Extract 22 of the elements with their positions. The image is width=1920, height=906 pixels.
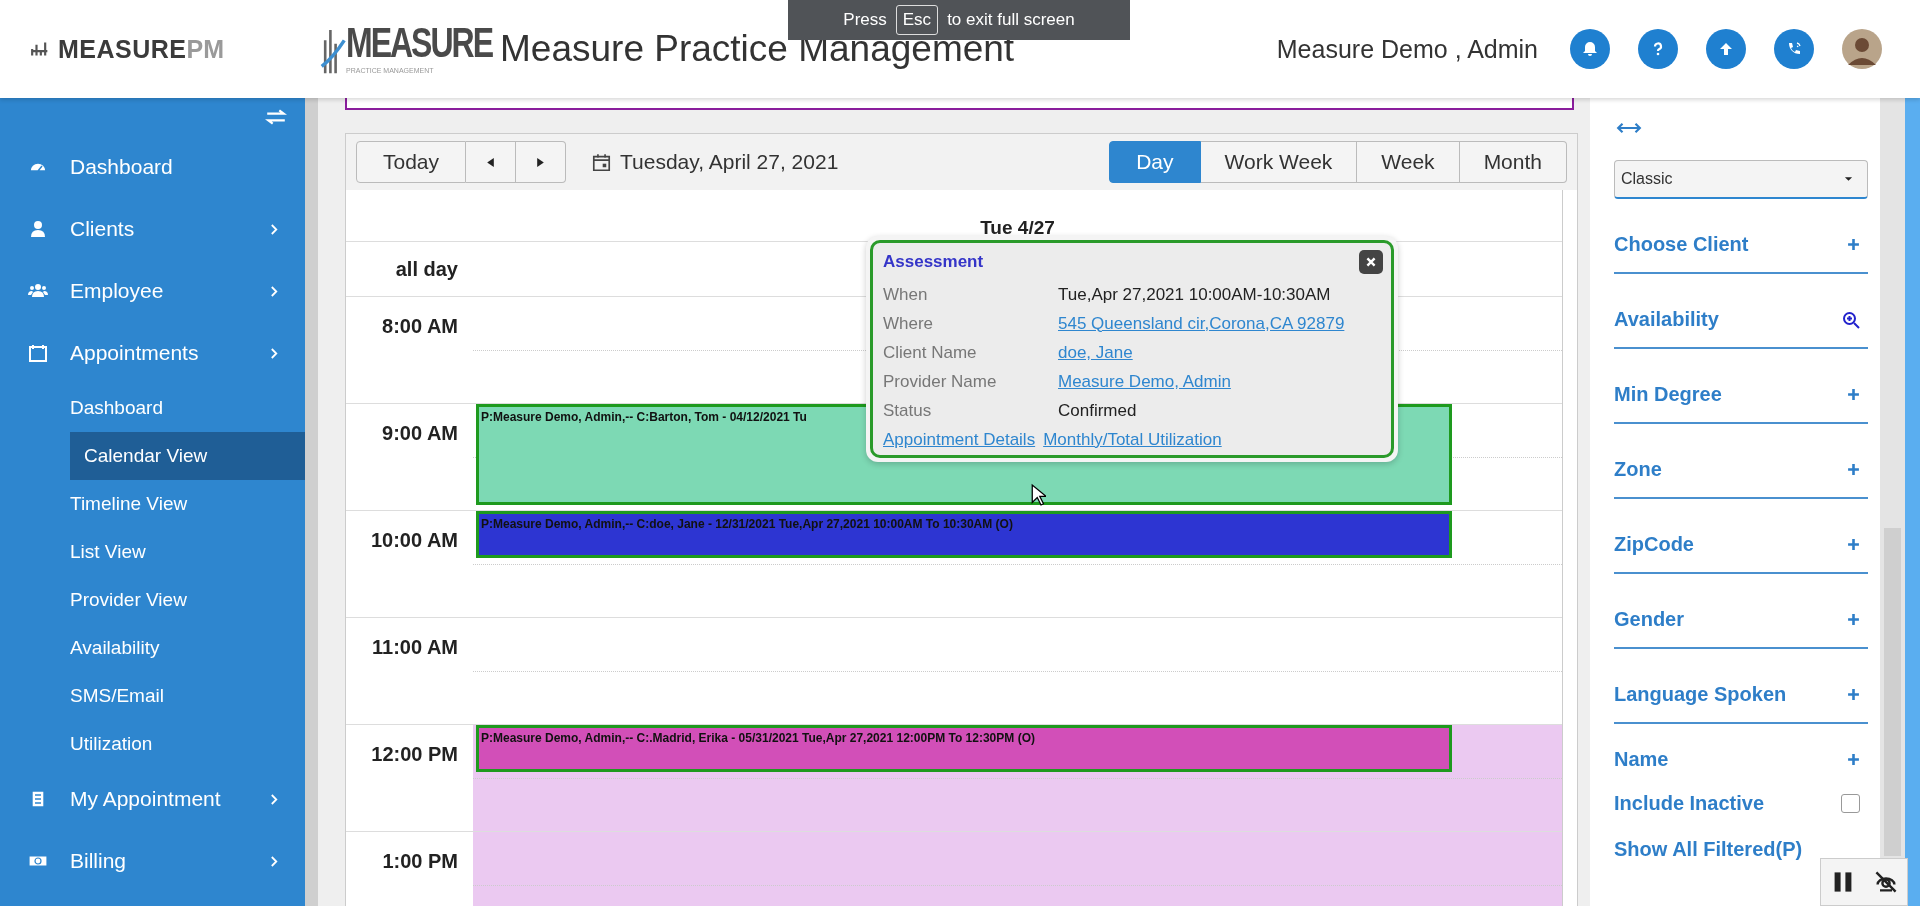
notice-text: Press — [843, 10, 887, 30]
detail-value: Tue,Apr 27,2021 10:00AM-10:30AM — [1058, 284, 1331, 305]
detail-label: Where — [883, 313, 935, 334]
time-label: 10:00 AM — [370, 529, 458, 551]
detail-label: Client Name — [883, 342, 978, 363]
notice-text: to exit full screen — [947, 10, 1075, 30]
day-header: Tue 4/27 — [980, 217, 1055, 240]
detail-label: Status — [883, 400, 933, 421]
time-label: 1:00 PM — [382, 850, 458, 872]
time-label: 12:00 PM — [371, 743, 458, 765]
popup-title: Assessment — [883, 252, 984, 272]
detail-label: Provider Name — [883, 371, 998, 392]
detail-label: When — [883, 284, 929, 305]
checkbox-label: Include Inactive — [1614, 791, 1765, 815]
brand-name: MEASURE — [346, 19, 492, 66]
time-label: 9:00 AM — [382, 422, 458, 444]
time-label: 8:00 AM — [382, 315, 458, 337]
time-label: 11:00 AM — [372, 636, 458, 658]
key-label: Esc — [895, 5, 939, 35]
all-day-label: all day — [394, 257, 459, 281]
date-label: Tuesday, April 27, 2021 — [620, 150, 840, 174]
detail-value: Confirmed — [1058, 400, 1137, 421]
